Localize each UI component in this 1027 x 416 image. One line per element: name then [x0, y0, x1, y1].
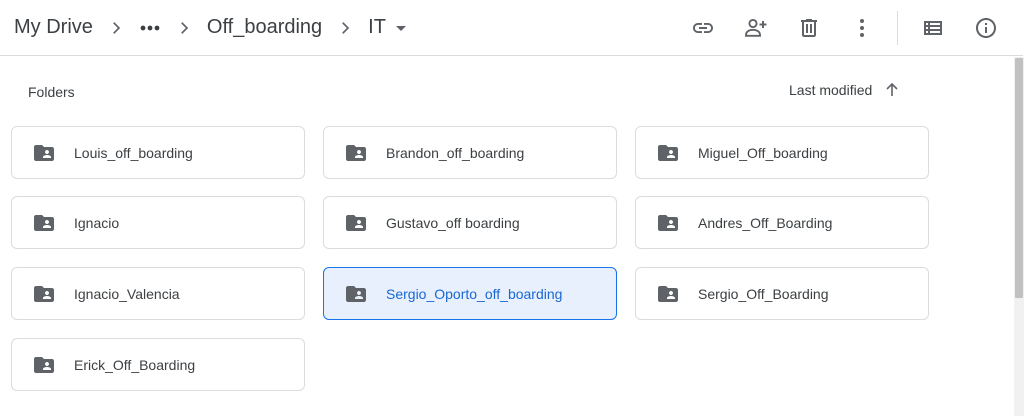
shared-folder-icon	[32, 353, 56, 377]
folder-name: Erick_Off_Boarding	[74, 356, 196, 373]
folder-item[interactable]: Louis_off_boarding	[11, 126, 305, 179]
folder-name: Sergio_Oporto_off_boarding	[386, 285, 563, 302]
folder-name: Ignacio_Valencia	[74, 285, 180, 302]
folder-item[interactable]: Gustavo_off boarding	[323, 196, 617, 249]
folder-item[interactable]: Ignacio_Valencia	[11, 267, 305, 320]
chevron-right-icon	[336, 19, 354, 37]
breadcrumb-off-boarding[interactable]: Off_boarding	[207, 16, 322, 39]
more-horiz-icon[interactable]	[139, 18, 161, 38]
sort-label: Last modified	[789, 82, 873, 98]
breadcrumb: My Drive Off_boarding IT	[14, 0, 408, 56]
folder-name: Andres_Off_Boarding	[698, 214, 833, 231]
toolbar	[690, 0, 1023, 56]
link-icon[interactable]	[690, 15, 716, 41]
shared-folder-icon	[32, 282, 56, 306]
folder-item[interactable]: Miguel_Off_boarding	[635, 126, 929, 179]
shared-folder-icon	[656, 282, 680, 306]
sort-control[interactable]: Last modified	[789, 80, 900, 100]
folder-item[interactable]: Ignacio	[11, 196, 305, 249]
chevron-right-icon	[107, 19, 125, 37]
arrow-up-icon[interactable]	[884, 82, 900, 98]
shared-folder-icon	[32, 141, 56, 165]
trash-icon[interactable]	[796, 15, 822, 41]
scrollbar-thumb[interactable]	[1015, 58, 1023, 298]
info-icon[interactable]	[973, 15, 999, 41]
shared-folder-icon	[656, 211, 680, 235]
shared-folder-icon	[656, 141, 680, 165]
folder-name: Brandon_off_boarding	[386, 144, 525, 161]
folder-name: Sergio_Off_Boarding	[698, 285, 829, 302]
folder-item[interactable]: Sergio_Oporto_off_boarding	[323, 267, 617, 320]
list-view-icon[interactable]	[920, 15, 946, 41]
shared-folder-icon	[344, 282, 368, 306]
scrollbar[interactable]	[1014, 57, 1024, 416]
chevron-right-icon	[175, 19, 193, 37]
folder-item[interactable]: Erick_Off_Boarding	[11, 338, 305, 391]
toolbar-divider	[897, 11, 898, 45]
breadcrumb-my-drive[interactable]: My Drive	[14, 16, 93, 39]
breadcrumb-current-folder-menu[interactable]: IT	[368, 16, 408, 39]
shared-folder-icon	[32, 211, 56, 235]
more-vert-icon[interactable]	[849, 15, 875, 41]
folder-name: Ignacio	[74, 214, 120, 231]
drive-folder-view: My Drive Off_boarding IT Folders Last mo…	[0, 0, 1027, 416]
breadcrumb-current-label: IT	[368, 16, 386, 38]
folder-name: Louis_off_boarding	[74, 144, 193, 161]
arrow-drop-down-icon	[394, 21, 408, 35]
shared-folder-icon	[344, 211, 368, 235]
folders-section-label: Folders	[28, 84, 75, 100]
folder-item[interactable]: Brandon_off_boarding	[323, 126, 617, 179]
person-add-icon[interactable]	[743, 15, 769, 41]
folder-name: Gustavo_off boarding	[386, 214, 520, 231]
folder-item[interactable]: Sergio_Off_Boarding	[635, 267, 929, 320]
shared-folder-icon	[344, 141, 368, 165]
header-bar: My Drive Off_boarding IT	[0, 0, 1023, 56]
folder-item[interactable]: Andres_Off_Boarding	[635, 196, 929, 249]
folder-name: Miguel_Off_boarding	[698, 144, 828, 161]
